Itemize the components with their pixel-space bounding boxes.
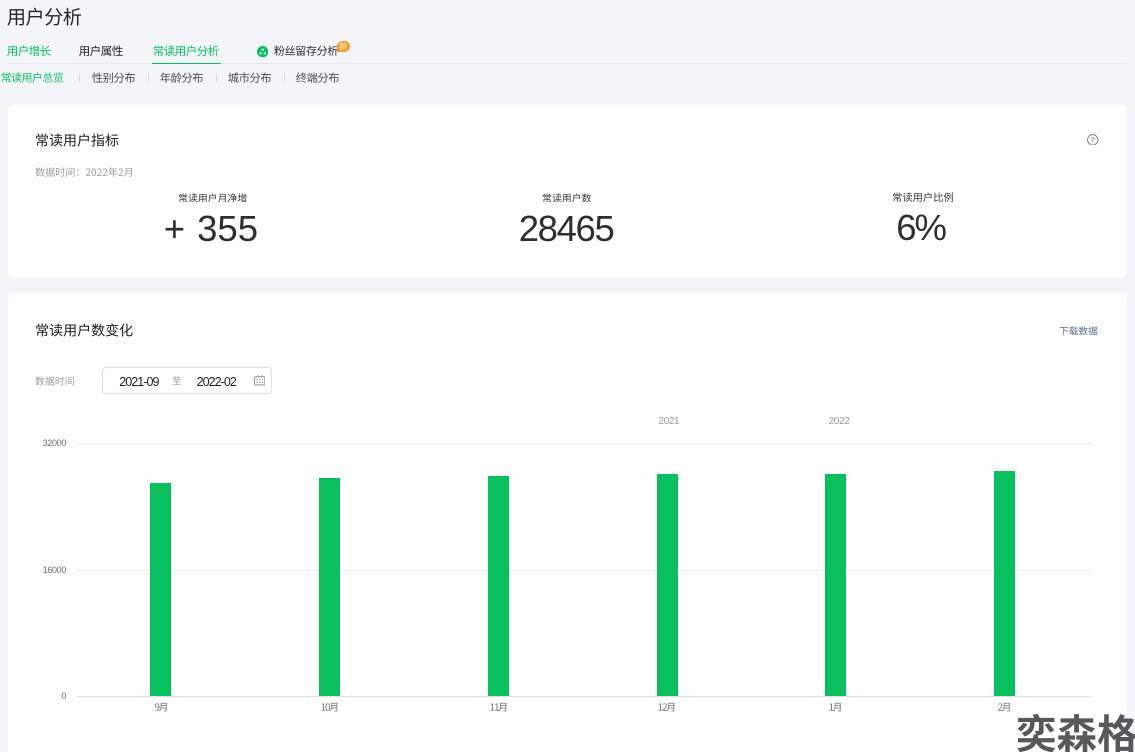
svg-text:?: ? bbox=[1091, 135, 1095, 144]
